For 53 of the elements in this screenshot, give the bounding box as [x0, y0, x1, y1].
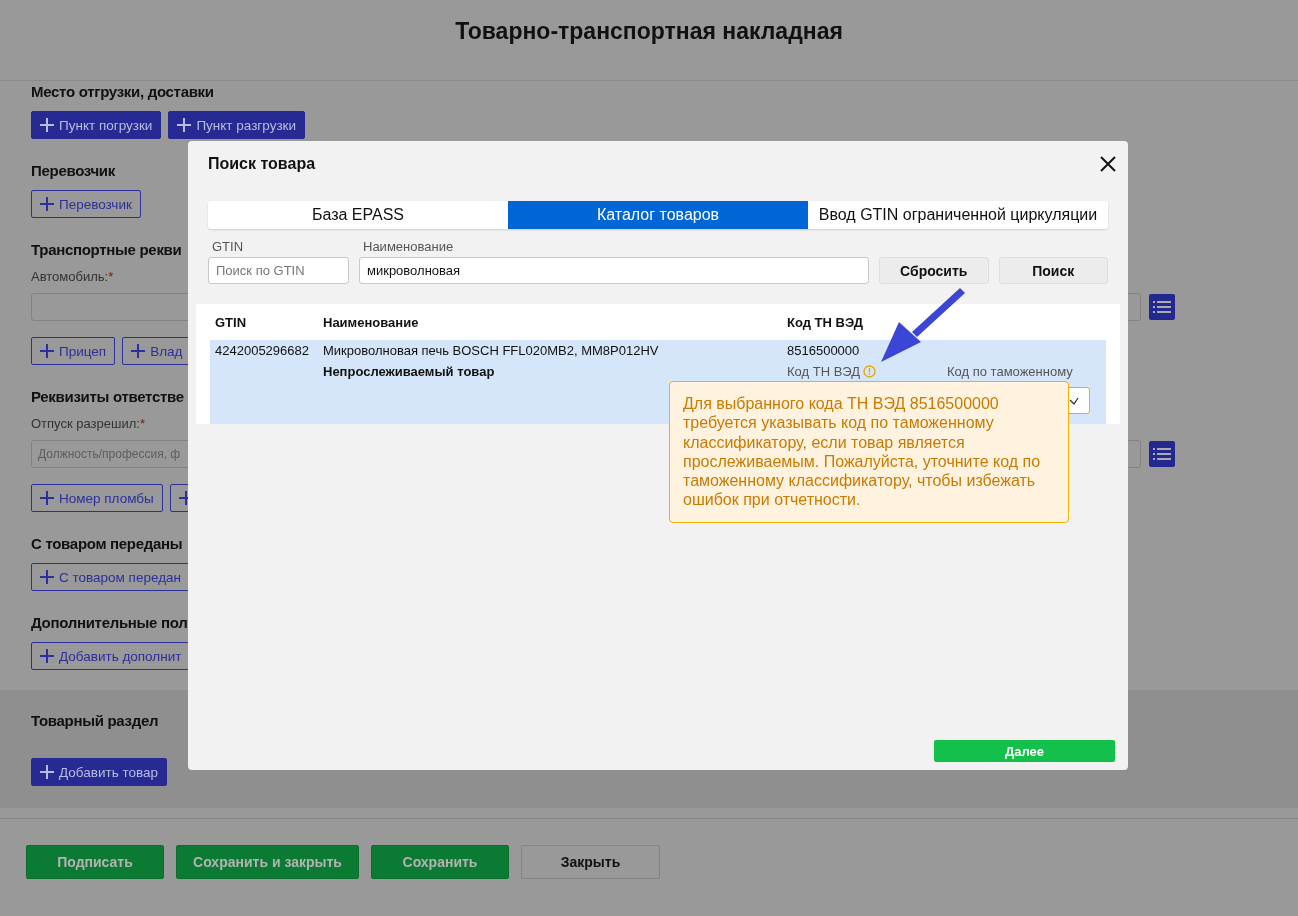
column-header: Код ТН ВЭД: [787, 314, 865, 331]
input-field[interactable]: микроволновая: [359, 257, 869, 284]
section-heading: Реквизиты ответстве: [31, 388, 184, 406]
field-label: Наименование: [363, 239, 455, 254]
list-icon: [1153, 301, 1171, 313]
dialog-title: Поиск товара: [208, 154, 316, 173]
close-icon[interactable]: [1100, 155, 1116, 172]
footer-button[interactable]: Закрыть: [521, 845, 660, 879]
input-field[interactable]: Поиск по GTIN: [208, 257, 349, 284]
tab[interactable]: База EPASS: [208, 201, 508, 229]
list-button[interactable]: [1149, 294, 1175, 320]
plus-icon: [40, 649, 54, 663]
plus-icon: [40, 765, 54, 779]
field-label: Отпуск разрешил:*: [31, 416, 145, 432]
section-heading: Товарный раздел: [31, 712, 159, 730]
table-cell-text: 4242005296682: [215, 342, 310, 359]
warning-tooltip: Для выбранного кода ТН ВЭД 8516500000 требуется указывать код по таможенному классификатору, если товар является прослеживаемым. Пожалуйста, уточните код по таможенному классификатору, чтобы избежать ошибок при отчетности.: [669, 381, 1069, 523]
list-icon: [1153, 448, 1171, 460]
table-cell-text: Микроволновая печь BOSCH FFL020MB2, MM8P012HV: [323, 342, 660, 359]
column-header: GTIN: [215, 314, 248, 331]
section-heading: Место отгрузки, доставки: [31, 83, 214, 101]
action-button[interactable]: Поиск: [998, 257, 1108, 284]
plus-icon: [40, 491, 54, 505]
add-button[interactable]: Номер пломбы: [31, 484, 163, 512]
tab[interactable]: Каталог товаров: [508, 201, 808, 229]
table-cell-text: 8516500000: [787, 342, 861, 359]
list-button[interactable]: [1149, 441, 1175, 467]
section-heading: Дополнительные пол: [31, 614, 188, 632]
field-label: Автомобиль:*: [31, 269, 114, 285]
plus-icon: [40, 197, 54, 211]
plus-icon: [131, 344, 146, 358]
plus-icon: [177, 118, 192, 132]
add-button[interactable]: Добавить товар: [31, 758, 167, 786]
tab[interactable]: Ввод GTIN ограниченной циркуляции: [808, 201, 1108, 229]
add-button[interactable]: Пункт разгрузки: [168, 111, 305, 139]
section-heading: С товаром переданы: [31, 535, 183, 553]
add-button[interactable]: С товаром передан: [31, 563, 190, 591]
add-button[interactable]: Прицеп: [31, 337, 116, 365]
code-label: Код ТН ВЭД: [787, 363, 861, 380]
action-button[interactable]: Сбросить: [879, 257, 989, 284]
customs-code-label: Код по таможенному: [947, 363, 1074, 380]
plus-icon: [40, 570, 54, 584]
page-title: Товарно-транспортная накладная: [455, 18, 843, 46]
add-button[interactable]: Пункт погрузки: [31, 111, 162, 139]
section-heading: Перевозчик: [31, 162, 115, 180]
column-header: Наименование: [323, 314, 420, 331]
status-text: Непрослеживаемый товар: [323, 363, 496, 380]
section-heading: Транспортные рекви: [31, 241, 182, 259]
add-button[interactable]: Перевозчик: [31, 190, 141, 218]
add-button[interactable]: Добавить дополнит: [31, 642, 191, 670]
plus-icon: [40, 118, 54, 132]
field-label: GTIN: [212, 239, 245, 254]
plus-icon: [40, 344, 54, 358]
